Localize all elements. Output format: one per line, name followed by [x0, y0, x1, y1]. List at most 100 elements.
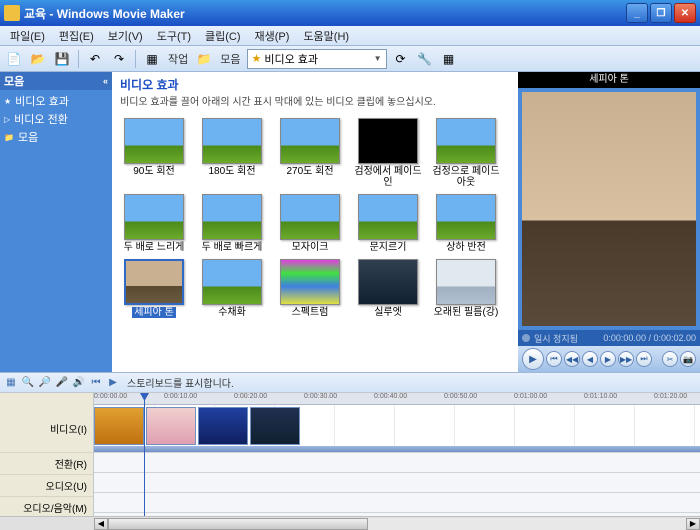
tasks-icon[interactable]: ▦	[142, 49, 162, 69]
play-timeline-icon[interactable]: ▶	[106, 376, 120, 390]
collections-icon[interactable]: 📁	[194, 49, 214, 69]
title-overlay-track[interactable]	[94, 513, 700, 516]
effect-thumbnail	[124, 259, 184, 305]
play-button[interactable]: ▶	[522, 348, 544, 370]
audio-levels-icon[interactable]: 🔊	[72, 376, 86, 390]
effect-item[interactable]: 모자이크	[272, 192, 348, 255]
step-forward-button[interactable]: ▶	[600, 351, 616, 367]
save-icon[interactable]: 💾	[52, 49, 72, 69]
tracks-container[interactable]: 0:00:00.000:00:10.000:00:20.000:00:30.00…	[94, 393, 700, 516]
effect-label: 검정에서 페이드 인	[352, 166, 424, 188]
effect-item[interactable]: 90도 회전	[116, 116, 192, 190]
properties-icon[interactable]: 🔧	[415, 49, 435, 69]
video-clip[interactable]	[94, 407, 144, 445]
menu-play[interactable]: 재생(P)	[249, 26, 296, 46]
menu-file[interactable]: 파일(E)	[4, 26, 51, 46]
effect-thumbnail	[280, 259, 340, 305]
menu-clip[interactable]: 클립(C)	[199, 26, 247, 46]
ruler-tick: 0:01:20.00	[654, 393, 687, 400]
ruler-tick: 0:00:20.00	[234, 393, 267, 400]
app-icon	[4, 5, 20, 21]
track-label-transition[interactable]: 전환(R)	[0, 453, 93, 475]
next-frame-button[interactable]: ⏭	[636, 351, 652, 367]
refresh-icon[interactable]: ⟳	[391, 49, 411, 69]
scroll-thumb[interactable]	[108, 518, 368, 530]
close-button[interactable]: ✕	[674, 3, 696, 23]
effect-item[interactable]: 180도 회전	[194, 116, 270, 190]
video-track[interactable]	[94, 405, 700, 453]
playback-seek[interactable]	[522, 334, 530, 342]
effect-item[interactable]: 상하 반전	[428, 192, 504, 255]
track-label-audio[interactable]: 오디오(U)	[0, 475, 93, 497]
effect-item[interactable]: 스펙트럼	[272, 257, 348, 320]
track-label-audio-music[interactable]: 오디오/음악(M)	[0, 497, 93, 516]
preview-timecode: 0:00:00.00 / 0:00:02.00	[603, 333, 696, 343]
narrate-icon[interactable]: 🎤	[55, 376, 69, 390]
forward-button[interactable]: ▶▶	[618, 351, 634, 367]
effect-item[interactable]: 270도 회전	[272, 116, 348, 190]
menu-edit[interactable]: 편집(E)	[53, 26, 100, 46]
rewind-timeline-icon[interactable]: ⏮	[89, 376, 103, 390]
open-icon[interactable]: 📂	[28, 49, 48, 69]
zoom-in-icon[interactable]: 🔍	[21, 376, 35, 390]
effect-label: 오래된 필름(강)	[434, 307, 499, 318]
scroll-track[interactable]	[108, 518, 686, 530]
effect-item[interactable]: 두 배로 빠르게	[194, 192, 270, 255]
effect-item[interactable]: 오래된 필름(강)	[428, 257, 504, 320]
effect-thumbnail	[280, 118, 340, 164]
step-back-button[interactable]: ◀	[582, 351, 598, 367]
effect-item[interactable]: 검정에서 페이드 인	[350, 116, 426, 190]
effect-item[interactable]: 문지르기	[350, 192, 426, 255]
minimize-button[interactable]: _	[626, 3, 648, 23]
effect-item[interactable]: 세피아 톤	[116, 257, 192, 320]
transition-track[interactable]	[94, 453, 700, 473]
dropdown-value: 비디오 효과	[264, 51, 318, 67]
scroll-right-button[interactable]: ▶	[686, 518, 700, 530]
redo-icon[interactable]: ↷	[109, 49, 129, 69]
effect-thumbnail	[202, 259, 262, 305]
scroll-left-button[interactable]: ◀	[94, 518, 108, 530]
sidebar-item-collections[interactable]: 📁 모음	[2, 128, 110, 146]
audio-music-track[interactable]	[94, 493, 700, 513]
menu-view[interactable]: 보기(V)	[102, 26, 149, 46]
video-clip[interactable]	[198, 407, 248, 445]
menu-tools[interactable]: 도구(T)	[151, 26, 197, 46]
effect-item[interactable]: 두 배로 느리게	[116, 192, 192, 255]
playhead[interactable]	[144, 393, 145, 516]
zoom-out-icon[interactable]: 🔎	[38, 376, 52, 390]
split-clip-button[interactable]: ✂	[662, 351, 678, 367]
titlebar: 교육 - Windows Movie Maker _ ❐ ✕	[0, 0, 700, 26]
timeline-toolbar: ▦ 🔍 🔎 🎤 🔊 ⏮ ▶ 스토리보드를 표시합니다.	[0, 373, 700, 393]
show-storyboard-icon[interactable]: ▦	[4, 376, 18, 390]
collapse-icon[interactable]: «	[103, 76, 108, 86]
menu-help[interactable]: 도움말(H)	[297, 26, 355, 46]
video-clip[interactable]	[250, 407, 300, 445]
view-thumbnails-icon[interactable]: ▦	[439, 49, 459, 69]
collection-dropdown[interactable]: ★ 비디오 효과 ▼	[247, 49, 387, 69]
take-picture-button[interactable]: 📷	[680, 351, 696, 367]
rewind-button[interactable]: ◀◀	[564, 351, 580, 367]
toolbar: 📄 📂 💾 ↶ ↷ ▦ 작업 📁 모음 ★ 비디오 효과 ▼ ⟳ 🔧 ▦	[0, 46, 700, 72]
time-ruler[interactable]: 0:00:00.000:00:10.000:00:20.000:00:30.00…	[94, 393, 700, 405]
video-clip[interactable]	[146, 407, 196, 445]
maximize-button[interactable]: ❐	[650, 3, 672, 23]
folder-icon: 📁	[4, 133, 14, 142]
effect-item[interactable]: 수채화	[194, 257, 270, 320]
effect-label: 180도 회전	[208, 166, 255, 177]
track-label-video[interactable]: 비디오(I)	[0, 405, 93, 453]
undo-icon[interactable]: ↶	[85, 49, 105, 69]
sidebar-item-video-effects[interactable]: ★ 비디오 효과	[2, 92, 110, 110]
audio-track[interactable]	[94, 473, 700, 493]
effect-thumbnail	[436, 259, 496, 305]
effect-item[interactable]: 실루엣	[350, 257, 426, 320]
collections-sidebar: 모음 « ★ 비디오 효과 ▷ 비디오 전환 📁 모음	[0, 72, 112, 372]
horizontal-scrollbar[interactable]: ◀ ▶	[0, 516, 700, 530]
ruler-tick: 0:01:10.00	[584, 393, 617, 400]
new-project-icon[interactable]: 📄	[4, 49, 24, 69]
sidebar-header: 모음 «	[0, 72, 112, 90]
effect-item[interactable]: 검정으로 페이드 아웃	[428, 116, 504, 190]
sidebar-item-video-transitions[interactable]: ▷ 비디오 전환	[2, 110, 110, 128]
prev-frame-button[interactable]: ⏮	[546, 351, 562, 367]
timeline-body: 비디오(I) 전환(R) 오디오(U) 오디오/음악(M) 제목 오버레이(O)…	[0, 393, 700, 516]
effect-thumbnail	[280, 194, 340, 240]
